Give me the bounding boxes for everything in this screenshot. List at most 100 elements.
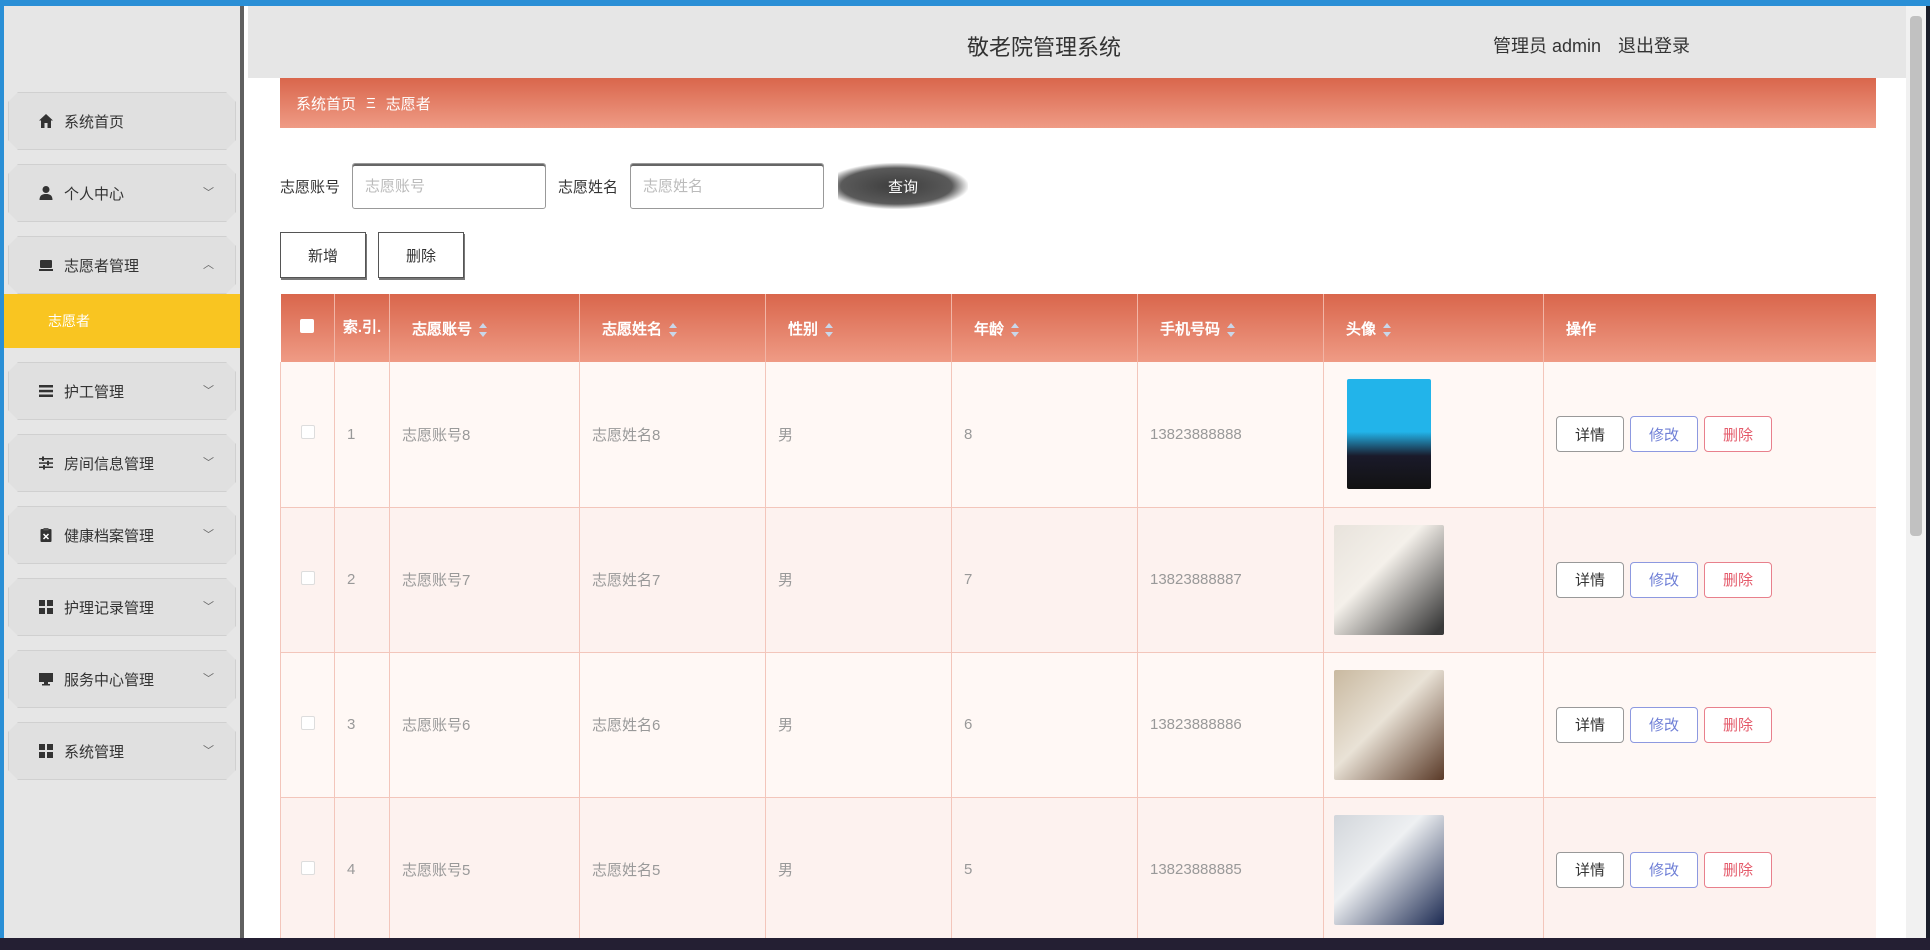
- sort-icon[interactable]: [1226, 322, 1236, 337]
- sidebar-logo-area: [4, 6, 240, 92]
- sidebar-item-volunteer-management[interactable]: 志愿者管理 ︿: [8, 236, 236, 294]
- row-checkbox[interactable]: [300, 570, 315, 585]
- column-header-phone[interactable]: 手机号码: [1137, 294, 1324, 362]
- sort-icon[interactable]: [478, 322, 488, 337]
- column-header-operations: 操作: [1543, 294, 1876, 362]
- row-checkbox[interactable]: [300, 715, 315, 730]
- breadcrumb-current: 志愿者: [385, 95, 431, 113]
- cell-index: 1: [334, 362, 390, 508]
- select-all-checkbox[interactable]: [300, 319, 315, 333]
- detail-button[interactable]: 详情: [1556, 416, 1624, 453]
- cell-gender: 男: [765, 797, 952, 938]
- column-header-label: 志愿姓名: [602, 320, 663, 338]
- detail-button[interactable]: 详情: [1556, 561, 1624, 598]
- cell-phone: 13823888887: [1137, 507, 1324, 653]
- chevron-down-icon: ﹀: [203, 745, 214, 757]
- volunteer-table: 索.引. 志愿账号 志愿姓名 性别 年龄 手机号码 头像 操作 1 志愿账号8 …: [280, 294, 1876, 938]
- monitor-icon: [38, 257, 54, 273]
- cell-phone: 13823888888: [1137, 362, 1324, 508]
- query-button[interactable]: 查询: [838, 163, 969, 209]
- column-header-label: 志愿账号: [412, 320, 473, 338]
- cell-operations: 详情 修改 删除: [1543, 797, 1876, 938]
- table-row: 2 志愿账号7 志愿姓名7 男 7 13823888887 详情 修改 删除: [280, 507, 1876, 653]
- scrollbar-thumb[interactable]: [1910, 16, 1922, 536]
- row-checkbox[interactable]: [300, 860, 315, 875]
- sidebar-item-label: 护工管理: [64, 383, 125, 401]
- breadcrumb: 系统首页 Ξ 志愿者: [280, 78, 1876, 128]
- sidebar: 系统首页 个人中心 ﹀ 志愿者管理 ︿ 志愿者 护工管理 ﹀ 房间信息管理 ﹀ …: [4, 6, 244, 938]
- row-checkbox[interactable]: [300, 425, 315, 440]
- cell-operations: 详情 修改 删除: [1543, 652, 1876, 798]
- edit-button[interactable]: 修改: [1630, 851, 1698, 888]
- sidebar-item-room-management[interactable]: 房间信息管理 ﹀: [8, 434, 236, 492]
- row-select-cell: [280, 797, 335, 938]
- column-header-account[interactable]: 志愿账号: [389, 294, 580, 362]
- delete-button[interactable]: 删除: [1704, 706, 1772, 743]
- account-search-input[interactable]: [352, 163, 547, 209]
- cell-gender: 男: [765, 652, 952, 798]
- current-user: 管理员 admin: [1493, 36, 1602, 56]
- add-button[interactable]: 新增: [280, 232, 366, 278]
- sidebar-item-label: 房间信息管理: [64, 455, 155, 473]
- avatar[interactable]: [1334, 814, 1444, 925]
- app-frame: 系统首页 个人中心 ﹀ 志愿者管理 ︿ 志愿者 护工管理 ﹀ 房间信息管理 ﹀ …: [4, 6, 1910, 938]
- table-row: 3 志愿账号6 志愿姓名6 男 6 13823888886 详情 修改 删除: [280, 652, 1876, 798]
- sidebar-subitem-volunteer[interactable]: 志愿者: [4, 294, 240, 348]
- edit-button[interactable]: 修改: [1630, 561, 1698, 598]
- sidebar-item-home[interactable]: 系统首页: [8, 92, 236, 150]
- logout-link[interactable]: 退出登录: [1618, 32, 1690, 58]
- column-header-name[interactable]: 志愿姓名: [579, 294, 766, 362]
- delete-button[interactable]: 删除: [1704, 851, 1772, 888]
- detail-button[interactable]: 详情: [1556, 851, 1624, 888]
- batch-delete-button[interactable]: 删除: [378, 232, 464, 278]
- top-header: 敬老院管理系统 管理员 admin 退出登录: [248, 6, 1910, 78]
- row-select-cell: [280, 652, 335, 798]
- cell-avatar: [1323, 507, 1544, 653]
- chevron-down-icon: ﹀: [203, 673, 214, 685]
- avatar[interactable]: [1334, 524, 1444, 635]
- sliders-icon: [38, 455, 54, 471]
- cell-name: 志愿姓名5: [579, 797, 766, 938]
- detail-button[interactable]: 详情: [1556, 706, 1624, 743]
- vertical-scrollbar[interactable]: [1906, 6, 1926, 938]
- sidebar-item-health-records[interactable]: 健康档案管理 ﹀: [8, 506, 236, 564]
- sidebar-item-service-center[interactable]: 服务中心管理 ﹀: [8, 650, 236, 708]
- sidebar-item-label: 志愿者管理: [64, 257, 140, 275]
- column-header-index: 索.引.: [334, 294, 390, 362]
- chevron-up-icon: ︿: [203, 259, 214, 271]
- grid-icon: [38, 599, 54, 615]
- edit-button[interactable]: 修改: [1630, 416, 1698, 453]
- sidebar-item-caregiver-management[interactable]: 护工管理 ﹀: [8, 362, 236, 420]
- cell-age: 5: [951, 797, 1138, 938]
- grid-icon: [38, 743, 54, 759]
- delete-button[interactable]: 删除: [1704, 561, 1772, 598]
- column-header-age[interactable]: 年龄: [951, 294, 1138, 362]
- cell-operations: 详情 修改 删除: [1543, 362, 1876, 508]
- sort-icon[interactable]: [668, 322, 678, 337]
- column-header-gender[interactable]: 性别: [765, 294, 952, 362]
- name-search-input[interactable]: [630, 163, 825, 209]
- sort-icon[interactable]: [1010, 322, 1020, 337]
- delete-button[interactable]: 删除: [1704, 416, 1772, 453]
- avatar[interactable]: [1347, 379, 1431, 490]
- sort-icon[interactable]: [1382, 322, 1392, 337]
- cell-avatar: [1323, 362, 1544, 508]
- breadcrumb-home[interactable]: 系统首页: [296, 93, 356, 114]
- cell-age: 7: [951, 507, 1138, 653]
- chevron-down-icon: ﹀: [203, 457, 214, 469]
- column-header-label: 手机号码: [1160, 320, 1221, 338]
- sidebar-item-system-management[interactable]: 系统管理 ﹀: [8, 722, 236, 780]
- avatar[interactable]: [1334, 669, 1444, 780]
- sidebar-item-care-records[interactable]: 护理记录管理 ﹀: [8, 578, 236, 636]
- column-header-avatar[interactable]: 头像: [1323, 294, 1544, 362]
- sidebar-item-personal-center[interactable]: 个人中心 ﹀: [8, 164, 236, 222]
- sort-icon[interactable]: [824, 322, 834, 337]
- action-bar: 新增 删除: [280, 232, 476, 278]
- cell-index: 4: [334, 797, 390, 938]
- row-select-cell: [280, 507, 335, 653]
- clipboard-icon: [38, 527, 54, 543]
- sidebar-item-label: 系统管理: [64, 743, 125, 761]
- cell-name: 志愿姓名8: [579, 362, 766, 508]
- edit-button[interactable]: 修改: [1630, 706, 1698, 743]
- cell-phone: 13823888885: [1137, 797, 1324, 938]
